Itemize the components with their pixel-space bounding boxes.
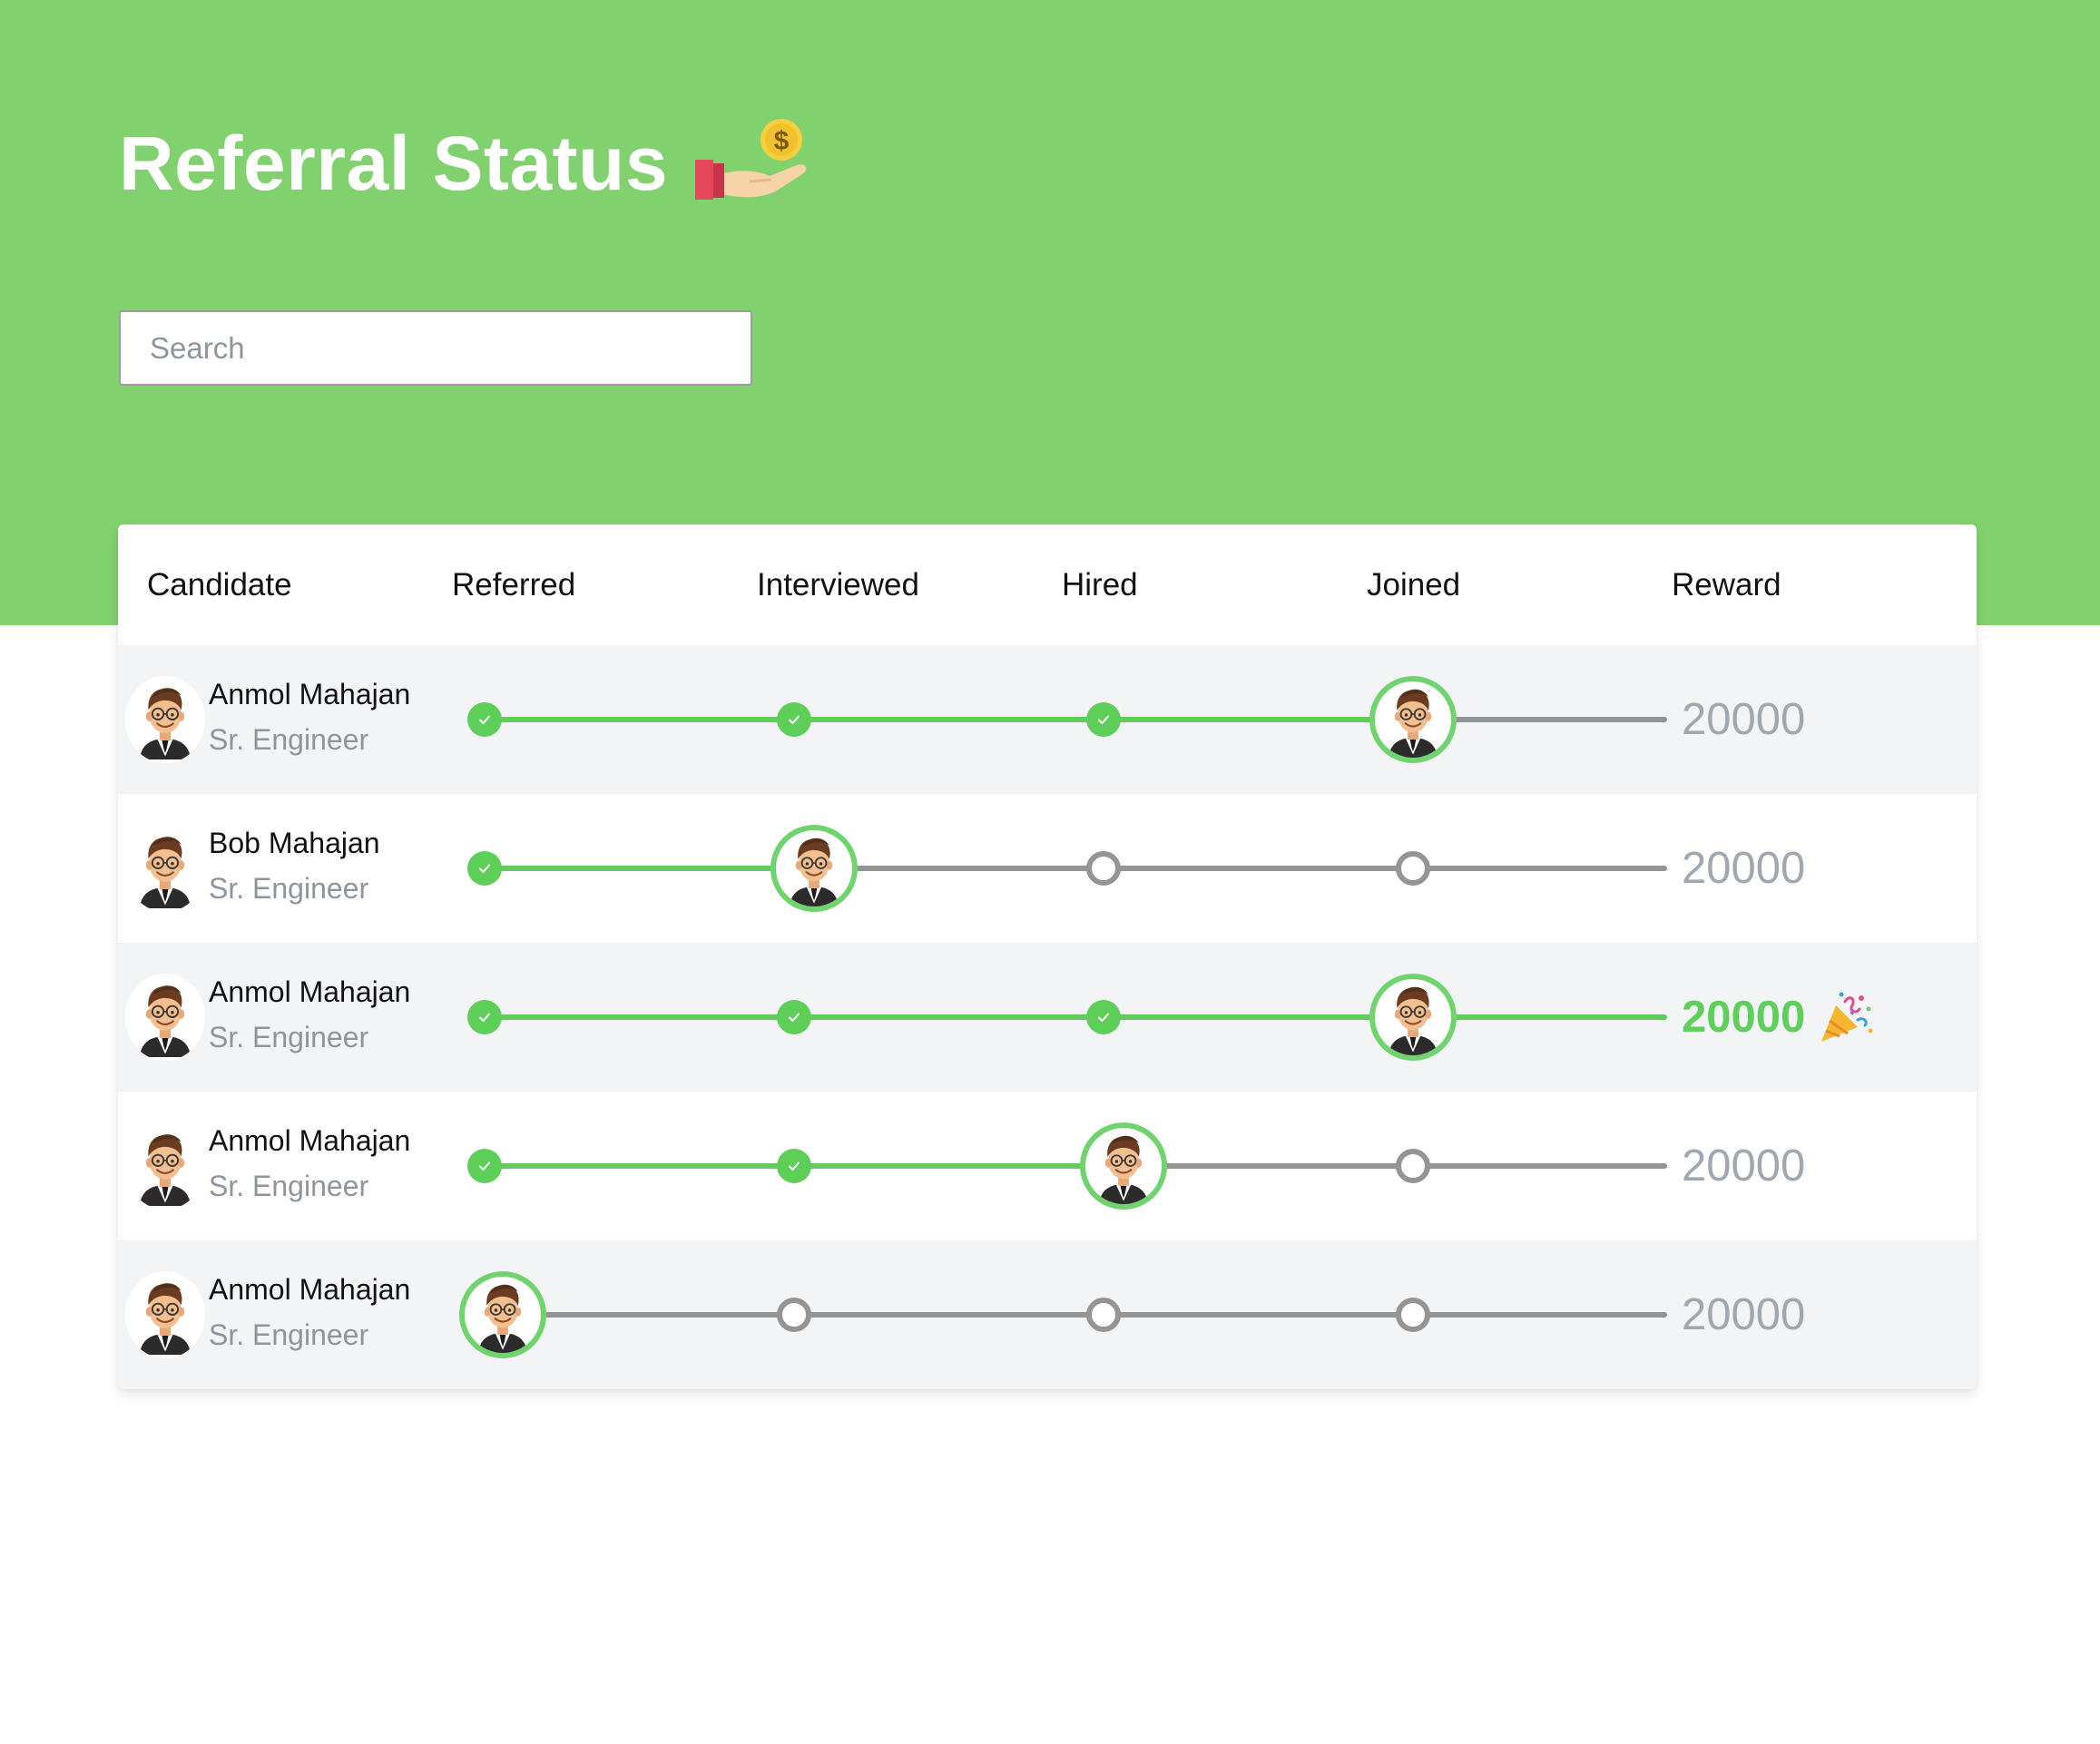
candidate-name: Anmol Mahajan [209,975,411,1008]
stage-joined-current [1369,676,1457,763]
candidate-avatar [125,974,205,1061]
progress-segment [1413,1312,1667,1318]
stage-referred-done [467,702,502,737]
candidate-avatar [125,1122,205,1210]
candidate-name: Anmol Mahajan [209,1273,411,1306]
candidate-role: Sr. Engineer [209,1021,369,1053]
candidate-role: Sr. Engineer [209,1318,369,1351]
stage-hired-pending [1086,1298,1121,1332]
page-title: Referral Status [119,120,669,206]
stage-referred-done [467,851,502,886]
progress-segment [1104,1014,1413,1020]
check-icon [479,1013,490,1022]
referral-table: Candidate Referred Interviewed Hired Joi… [118,524,1977,1389]
column-header-joined: Joined [1367,567,1461,603]
table-row[interactable]: Bob Mahajan Sr. Engineer 20000 [118,794,1977,943]
check-icon [479,715,490,724]
progress-segment [1104,866,1413,871]
stage-joined-pending [1396,1149,1430,1183]
progress-segment [794,1312,1104,1318]
stage-interviewed-pending [777,1298,811,1332]
stage-interviewed-done [777,1149,811,1183]
stage-hired-done [1086,702,1121,737]
check-icon [479,864,490,873]
table-row[interactable]: Anmol Mahajan Sr. Engineer 20000 [118,943,1977,1092]
progress-segment [485,1014,794,1020]
reward-amount: 20000 [1682,844,1806,893]
party-popper-icon [1821,992,1873,1042]
check-icon [789,1013,800,1022]
column-header-reward: Reward [1672,567,1781,603]
table-header: Candidate Referred Interviewed Hired Joi… [118,524,1977,645]
money-hand-icon: $ [695,119,807,200]
progress-segment [794,1163,1104,1169]
table-row[interactable]: Anmol Mahajan Sr. Engineer 20000 [118,1092,1977,1240]
title-row: Referral Status $ [119,113,810,213]
column-header-referred: Referred [452,567,576,603]
column-header-candidate: Candidate [147,567,292,603]
table-body: Anmol Mahajan Sr. Engineer 20000 Bob Mah… [118,645,1977,1389]
candidate-name: Anmol Mahajan [209,1124,411,1157]
column-header-interviewed: Interviewed [757,567,919,603]
reward-amount: 20000 [1682,1141,1806,1190]
candidate-avatar [125,825,205,912]
stage-interviewed-done [777,1000,811,1034]
progress-segment [794,1014,1104,1020]
reward-amount: 20000 [1682,1290,1806,1339]
candidate-name: Bob Mahajan [209,827,380,859]
column-header-hired: Hired [1062,567,1138,603]
check-icon [789,1161,800,1171]
stage-referred-done [467,1149,502,1183]
progress-segment [485,1163,794,1169]
check-icon [1098,715,1109,724]
stage-hired-done [1086,1000,1121,1034]
progress-segment [485,866,794,871]
check-icon [789,715,800,724]
progress-segment [1413,1163,1667,1169]
search-input[interactable] [119,310,752,386]
progress-segment [1104,717,1413,722]
stage-interviewed-current [770,825,858,912]
candidate-name: Anmol Mahajan [209,678,411,710]
table-row[interactable]: Anmol Mahajan Sr. Engineer 20000 [118,645,1977,794]
stage-joined-pending [1396,1298,1430,1332]
progress-segment [794,717,1104,722]
svg-text:$: $ [774,126,790,156]
check-icon [479,1161,490,1171]
candidate-avatar [125,676,205,763]
stage-interviewed-done [777,702,811,737]
stage-hired-pending [1086,851,1121,886]
progress-segment [1104,1312,1413,1318]
reward-amount: 20000 [1682,695,1806,744]
progress-segment [485,717,794,722]
candidate-avatar [125,1271,205,1358]
progress-segment [1413,866,1667,871]
candidate-role: Sr. Engineer [209,723,369,756]
stage-hired-current [1080,1122,1167,1210]
stage-joined-current [1369,974,1457,1061]
stage-joined-pending [1396,851,1430,886]
check-icon [1098,1013,1109,1022]
reward-amount: 20000 [1682,993,1806,1042]
candidate-role: Sr. Engineer [209,872,369,905]
stage-referred-done [467,1000,502,1034]
table-row[interactable]: Anmol Mahajan Sr. Engineer 20000 [118,1240,1977,1389]
stage-referred-current [459,1271,546,1358]
candidate-role: Sr. Engineer [209,1170,369,1202]
